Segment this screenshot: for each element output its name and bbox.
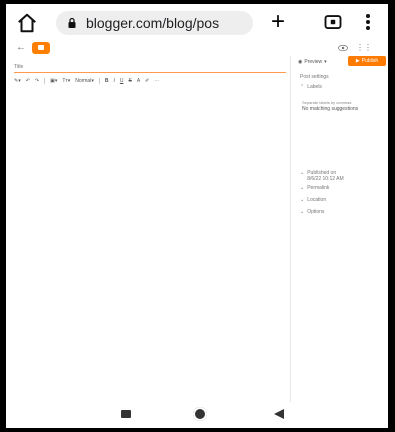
eye-icon: ◉	[298, 59, 303, 65]
location-label: Location	[307, 197, 327, 203]
strikethrough-icon[interactable]: S	[128, 78, 131, 84]
home-nav-icon[interactable]	[193, 407, 207, 421]
text-style-icon[interactable]: Tт▾	[62, 78, 70, 84]
post-settings-sidebar: ◉ Preview ▾ ▶ Publish Post settings ⌃ La…	[292, 56, 388, 402]
post-body-pane[interactable]: ✎▾ ↶ ↷ ▣▾ Tт▾ Normal▾ B I U S A ✐	[6, 56, 290, 402]
post-settings-heading: Post settings	[300, 74, 329, 80]
home-icon[interactable]	[16, 12, 38, 34]
format-select-label: Normal	[75, 78, 92, 84]
back-arrow-icon[interactable]: ←	[16, 43, 26, 53]
back-nav-icon[interactable]	[274, 409, 284, 419]
format-select[interactable]: Normal ▾	[75, 78, 94, 84]
italic-icon[interactable]: I	[113, 78, 114, 84]
publish-icon: ▶	[355, 58, 360, 64]
publish-button[interactable]: ▶ Publish	[348, 56, 386, 66]
chevron-down-icon: ⌄	[300, 185, 305, 191]
options-label: Options	[307, 209, 325, 215]
blogger-editor: ← ⋮⋮ ✎▾ ↶ ↷ ▣▾ Tт▾ Normal▾	[6, 42, 388, 402]
permalink-label: Permalink	[307, 185, 330, 191]
published-text: Published on 8/6/22 10:12 AM	[307, 170, 343, 182]
pane-divider	[290, 56, 291, 402]
menu-icon[interactable]	[358, 12, 378, 32]
underline-icon[interactable]: U	[120, 78, 124, 84]
toolbar-divider	[44, 78, 46, 84]
tabs-icon[interactable]	[324, 14, 342, 30]
browser-toolbar: blogger.com/blog/pos +	[6, 4, 388, 42]
undo-icon[interactable]: ↶	[26, 78, 30, 84]
pencil-icon[interactable]: ✎▾	[14, 78, 21, 84]
labels-section-toggle[interactable]: ⌃ Labels	[300, 84, 322, 90]
post-title-input[interactable]	[14, 62, 286, 73]
device-frame: blogger.com/blog/pos + ← ⋮⋮ Title ✎▾ ↶ ↷…	[0, 0, 395, 432]
chevron-down-icon: ⌄	[300, 197, 305, 203]
apps-grid-icon[interactable]: ⋮⋮	[356, 43, 372, 52]
view-icon[interactable]	[338, 44, 348, 52]
preview-button[interactable]: ◉ Preview ▾	[298, 58, 327, 66]
formatting-toolbar: ✎▾ ↶ ↷ ▣▾ Tт▾ Normal ▾ B I U S A ✐ ⋯	[14, 76, 286, 86]
highlight-icon[interactable]: ✐	[145, 78, 149, 84]
permalink-section-toggle[interactable]: ⌄ Permalink	[300, 185, 329, 191]
url-text[interactable]: blogger.com/blog/pos	[86, 15, 246, 31]
labels-suggestions: No matching suggestions	[302, 106, 359, 112]
more-icon[interactable]: ⋯	[154, 78, 159, 84]
labels-title: Labels	[307, 84, 322, 90]
published-value: 8/6/22 10:12 AM	[307, 176, 344, 182]
chevron-down-icon: ⌄	[300, 170, 305, 176]
chevron-down-icon: ⌄	[300, 209, 305, 215]
labels-input[interactable]: Separate labels by commas	[302, 100, 351, 105]
bold-icon[interactable]: B	[105, 78, 109, 84]
published-section-toggle[interactable]: ⌄ Published on 8/6/22 10:12 AM	[300, 170, 344, 182]
screen: blogger.com/blog/pos + ← ⋮⋮ Title ✎▾ ↶ ↷…	[6, 4, 388, 428]
blogger-logo-icon[interactable]	[32, 42, 50, 54]
publish-label: Publish	[361, 58, 379, 64]
recents-icon[interactable]	[121, 410, 131, 418]
chevron-down-icon: ▾	[324, 59, 327, 65]
system-navigation-bar	[6, 402, 388, 428]
lock-icon	[68, 17, 76, 28]
options-section-toggle[interactable]: ⌄ Options	[300, 209, 324, 215]
image-icon[interactable]: ▣▾	[50, 78, 57, 84]
address-bar[interactable]: blogger.com/blog/pos	[56, 11, 253, 35]
editor-appbar: ← ⋮⋮	[6, 42, 388, 56]
toolbar-divider	[98, 78, 100, 84]
preview-label: Preview	[304, 59, 323, 65]
new-tab-plus-icon[interactable]: +	[271, 10, 285, 34]
chevron-up-icon: ⌃	[300, 84, 305, 90]
text-color-icon[interactable]: A	[137, 78, 140, 84]
redo-icon[interactable]: ↷	[35, 78, 39, 84]
location-section-toggle[interactable]: ⌄ Location	[300, 197, 326, 203]
